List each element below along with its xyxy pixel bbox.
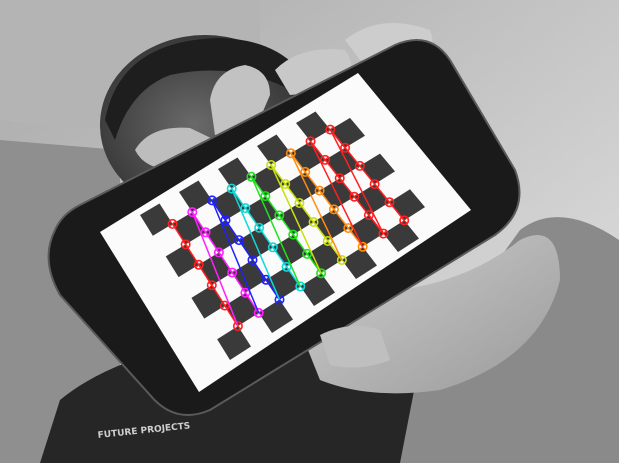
photo-scene: FUTURE PROJECTS (0, 0, 619, 463)
finger-lower-right (320, 326, 390, 368)
